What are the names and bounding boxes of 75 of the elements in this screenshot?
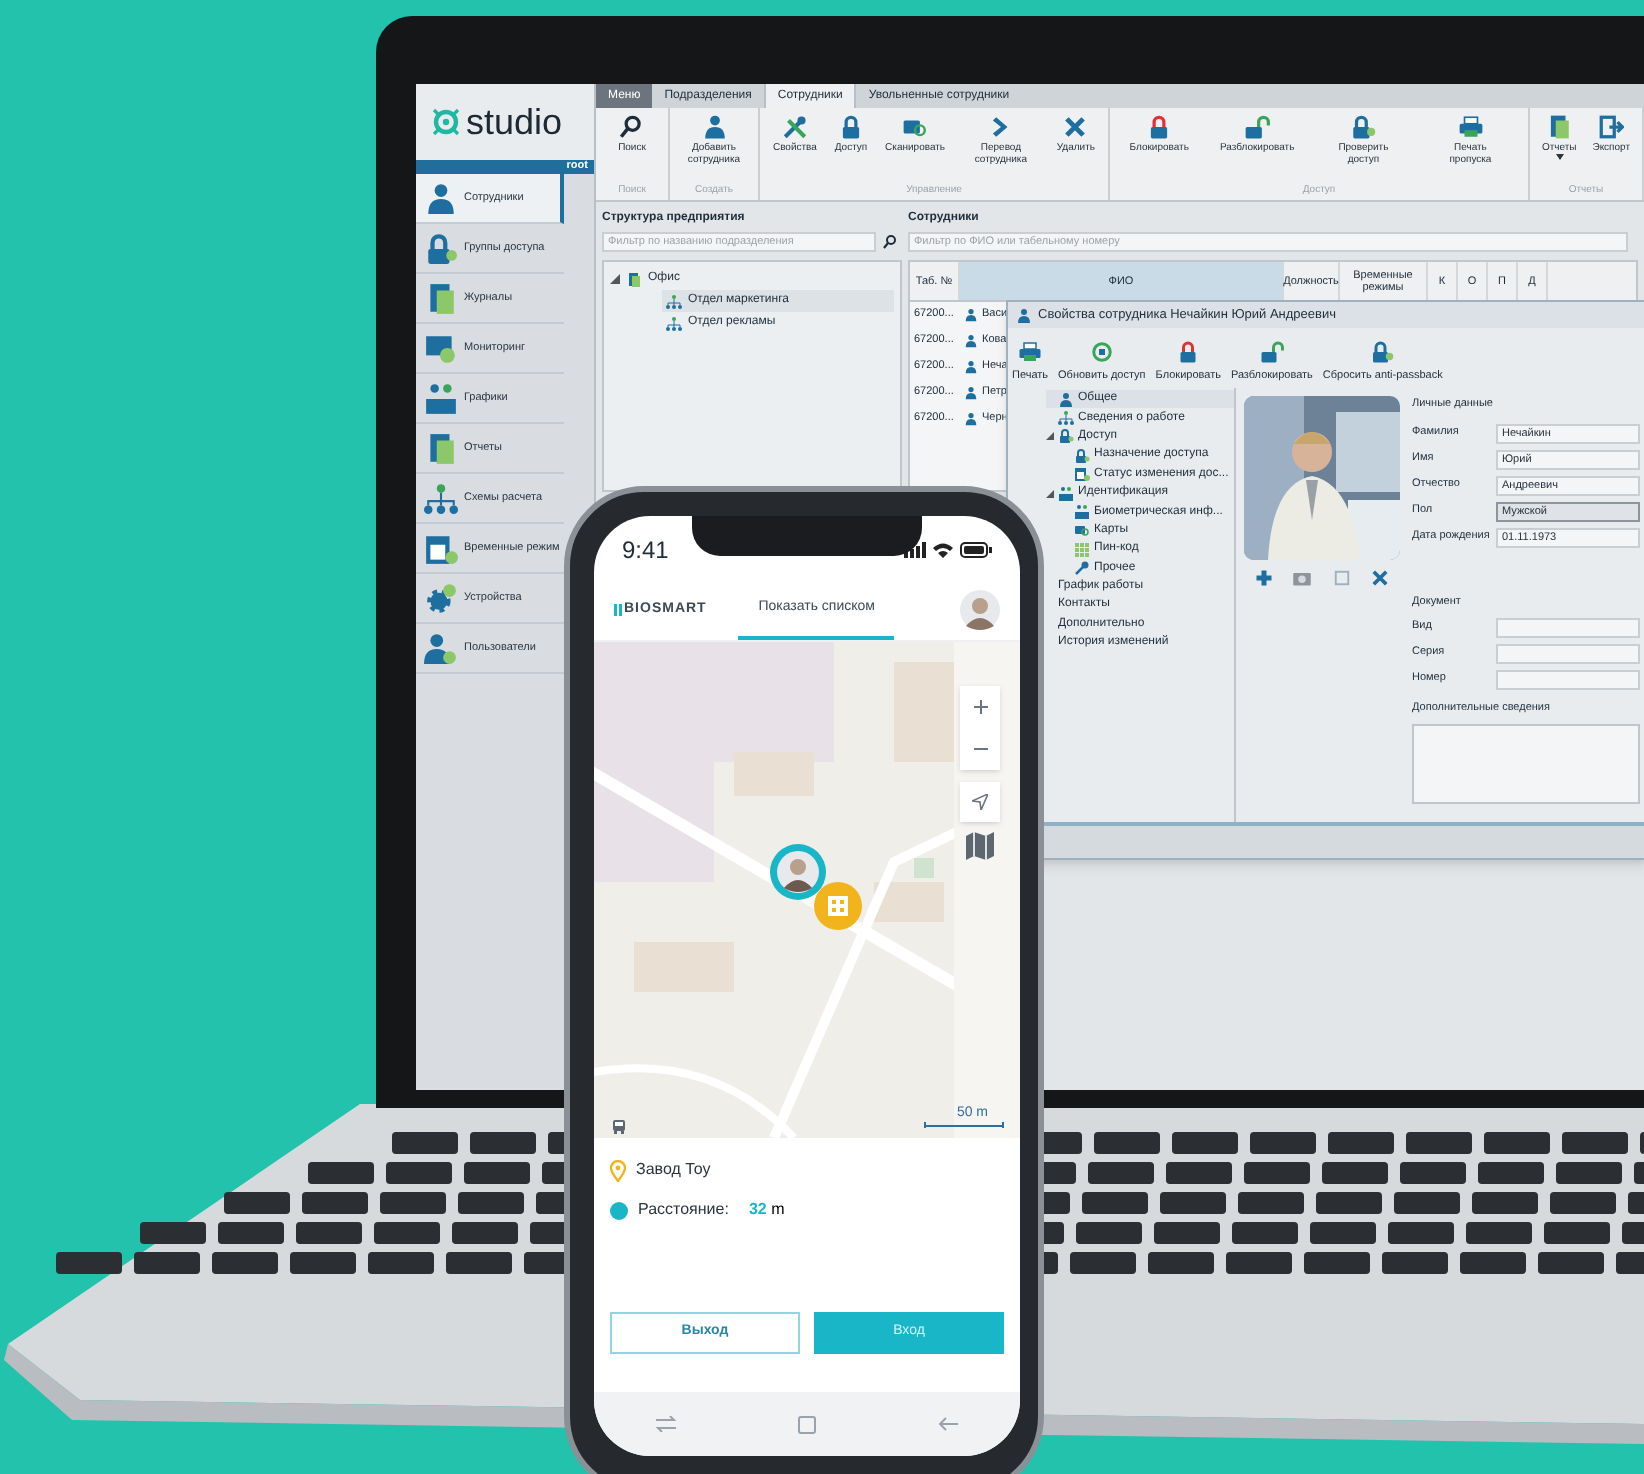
export-icon [1598, 114, 1625, 140]
person-icon [964, 412, 978, 426]
nodes-icon [666, 293, 682, 309]
recent-apps-icon[interactable] [655, 1416, 676, 1432]
document-icon [424, 281, 458, 315]
chart-icon [424, 381, 458, 415]
map-layers-icon[interactable] [964, 830, 996, 862]
gear-icon [424, 581, 458, 615]
battery-icon [960, 542, 992, 558]
nodes-icon [424, 481, 458, 515]
person-icon [424, 631, 458, 665]
place-name: Завод Тоу [636, 1158, 711, 1182]
input-field[interactable] [1496, 669, 1640, 689]
status-time: 9:41 [622, 534, 669, 568]
text-area[interactable] [1412, 724, 1640, 804]
scale-bar-icon [924, 1122, 1004, 1128]
calendar-icon [1074, 466, 1090, 483]
locate-button[interactable] [960, 782, 1000, 822]
person-icon [964, 334, 978, 348]
minus-icon[interactable] [973, 742, 987, 756]
tools-icon [781, 114, 808, 140]
lock-icon [1350, 114, 1377, 140]
lock-icon [1146, 114, 1173, 140]
printer-icon [1018, 339, 1043, 364]
cross-icon [1062, 114, 1089, 140]
card-search-icon [1074, 522, 1090, 539]
nodes-icon [1058, 410, 1074, 427]
back-icon[interactable] [938, 1416, 959, 1432]
logo-icon [614, 604, 622, 616]
person-icon [964, 386, 978, 400]
document-icon [626, 271, 642, 287]
person-icon [1016, 307, 1032, 323]
person-icon [701, 114, 727, 140]
home-icon[interactable] [797, 1415, 816, 1433]
logo-text: studio [466, 102, 563, 142]
wifi-icon [932, 542, 954, 558]
search-icon [618, 114, 645, 140]
building-marker-icon [814, 882, 862, 930]
person-icon [1058, 391, 1074, 408]
refresh-icon [1089, 339, 1114, 364]
printer-icon [1457, 114, 1484, 140]
plus-icon[interactable] [973, 700, 987, 714]
status-dot-icon [610, 1201, 628, 1219]
location-pin-icon [610, 1159, 626, 1181]
lock-icon [837, 114, 864, 140]
bus-icon [612, 1120, 626, 1134]
grid-icon [1074, 541, 1090, 558]
open-lock-icon [1259, 339, 1284, 364]
monitor-icon [424, 331, 458, 365]
document-icon [424, 431, 458, 465]
input-field[interactable] [1496, 643, 1640, 663]
signal-icon [904, 542, 926, 558]
calendar-icon [424, 531, 458, 565]
person-icon [964, 360, 978, 374]
nodes-icon [666, 315, 682, 331]
plus-icon [1253, 568, 1274, 588]
input-field[interactable] [1496, 617, 1640, 637]
key-icon [1074, 560, 1090, 577]
lock-icon [1370, 339, 1395, 364]
person-marker-icon [770, 844, 826, 900]
logo-icon [432, 108, 460, 136]
search-icon [882, 234, 898, 250]
lock-icon [424, 231, 458, 265]
person-icon [424, 181, 458, 215]
open-lock-icon [1244, 114, 1271, 140]
square-icon [1331, 568, 1352, 588]
person-icon [964, 308, 978, 322]
navigation-arrow-icon [972, 794, 988, 810]
lock-icon [1176, 339, 1201, 364]
cross-icon [1370, 568, 1391, 588]
distance-label: Расстояние: [638, 1198, 729, 1222]
distance-value: 32 m [748, 1198, 785, 1222]
document-icon [1546, 114, 1573, 140]
avatar [960, 590, 1000, 630]
camera-icon [1292, 568, 1313, 588]
